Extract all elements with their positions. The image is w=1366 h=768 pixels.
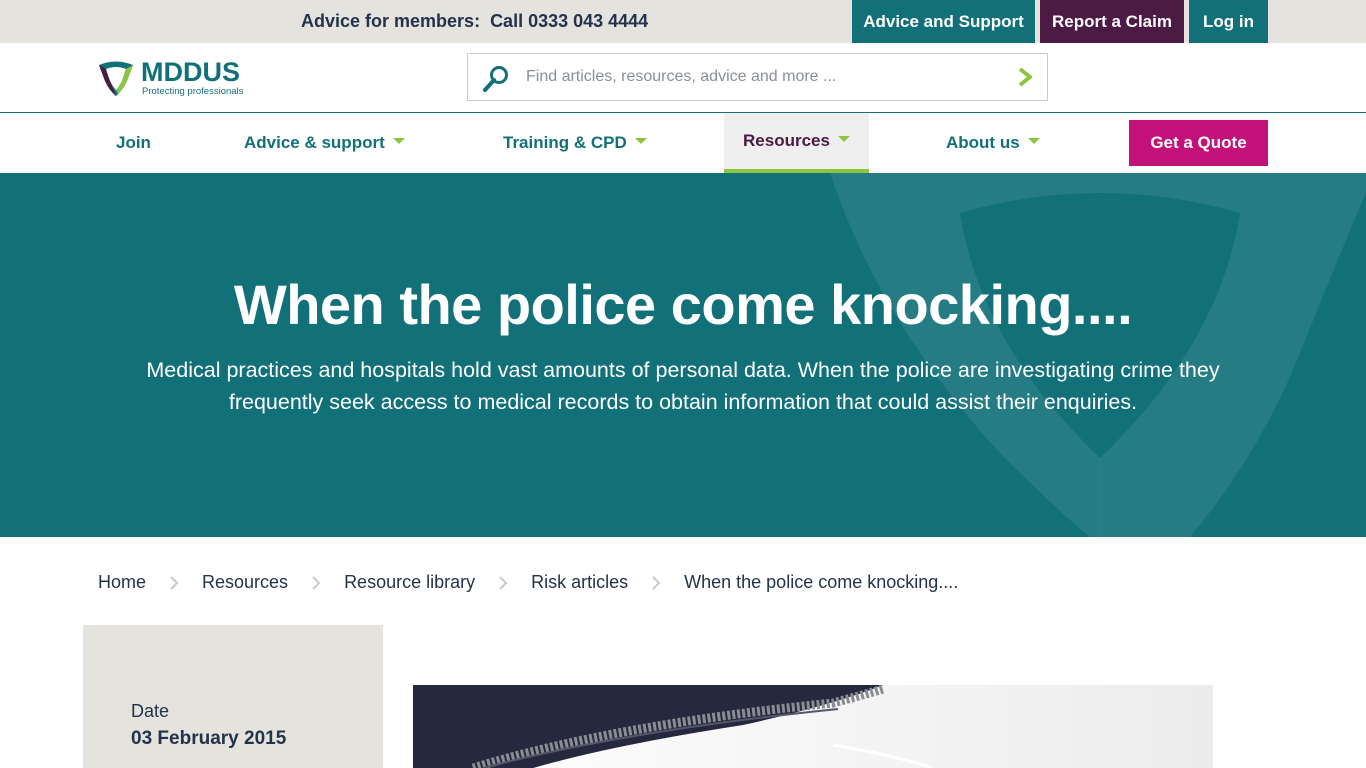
nav-resources[interactable]: Resources: [724, 113, 869, 173]
breadcrumb-resource-library[interactable]: Resource library: [344, 567, 475, 597]
breadcrumb-risk-articles[interactable]: Risk articles: [531, 567, 628, 597]
nav-training-cpd[interactable]: Training & CPD: [503, 113, 647, 173]
advice-support-button[interactable]: Advice and Support: [852, 0, 1035, 43]
nav-training-label: Training & CPD: [503, 133, 627, 152]
advice-label: Advice for members:: [301, 11, 481, 31]
utility-bar: Advice for members: Call 0333 043 4444 Ad…: [0, 0, 1366, 43]
shield-logo-icon: [99, 61, 133, 96]
chevron-right-icon[interactable]: [1015, 66, 1035, 88]
nav-join[interactable]: Join: [116, 113, 151, 173]
date-label: Date: [131, 701, 170, 721]
member-advice-line: Advice for members: Call 0333 043 4444: [301, 0, 648, 43]
caret-down-icon: [1027, 137, 1040, 144]
breadcrumb-home[interactable]: Home: [98, 567, 146, 597]
caret-down-icon: [634, 137, 647, 144]
search-input[interactable]: [526, 54, 986, 100]
breadcrumb-resources[interactable]: Resources: [202, 567, 288, 597]
chevron-right-icon: [628, 567, 684, 597]
nav-resources-label: Resources: [743, 131, 830, 150]
breadcrumb: Home Resources Resource library Risk articl…: [98, 567, 958, 597]
chevron-right-icon: [146, 567, 202, 597]
logo-wordmark: MDDUS: [141, 57, 240, 87]
chevron-right-icon: [475, 567, 531, 597]
caret-down-icon: [837, 135, 850, 142]
phone-number[interactable]: Call 0333 043 4444: [490, 11, 648, 31]
report-claim-button[interactable]: Report a Claim: [1040, 0, 1184, 43]
site-header: MDDUS Protecting professionals: [0, 43, 1366, 113]
nav-about-label: About us: [946, 133, 1020, 152]
hero-banner: When the police come knocking.... Medica…: [0, 173, 1366, 537]
police-hat-image: [413, 685, 1213, 768]
caret-down-icon: [392, 137, 405, 144]
nav-advice-support[interactable]: Advice & support: [244, 113, 405, 173]
article-info-panel: Date 03 February 2015: [83, 625, 383, 768]
logo-tagline: Protecting professionals: [142, 86, 244, 97]
page-subtitle: Medical practices and hospitals hold vas…: [146, 358, 1220, 414]
nav-advice-label: Advice & support: [244, 133, 385, 152]
nav-join-label: Join: [116, 133, 151, 152]
search-icon[interactable]: [482, 65, 510, 93]
date-value: 03 February 2015: [131, 728, 287, 749]
breadcrumb-current: When the police come knocking....: [684, 572, 959, 592]
search-box: [467, 53, 1048, 101]
nav-about-us[interactable]: About us: [946, 113, 1040, 173]
mddus-logo[interactable]: MDDUS Protecting professionals: [97, 57, 257, 99]
get-quote-button[interactable]: Get a Quote: [1129, 120, 1268, 166]
page-title: When the police come knocking....: [233, 273, 1133, 336]
main-nav: Join Advice & support Training & CPD Res…: [0, 113, 1366, 173]
login-button[interactable]: Log in: [1189, 0, 1268, 43]
article-hero-image: [413, 685, 1213, 768]
chevron-right-icon: [288, 567, 344, 597]
